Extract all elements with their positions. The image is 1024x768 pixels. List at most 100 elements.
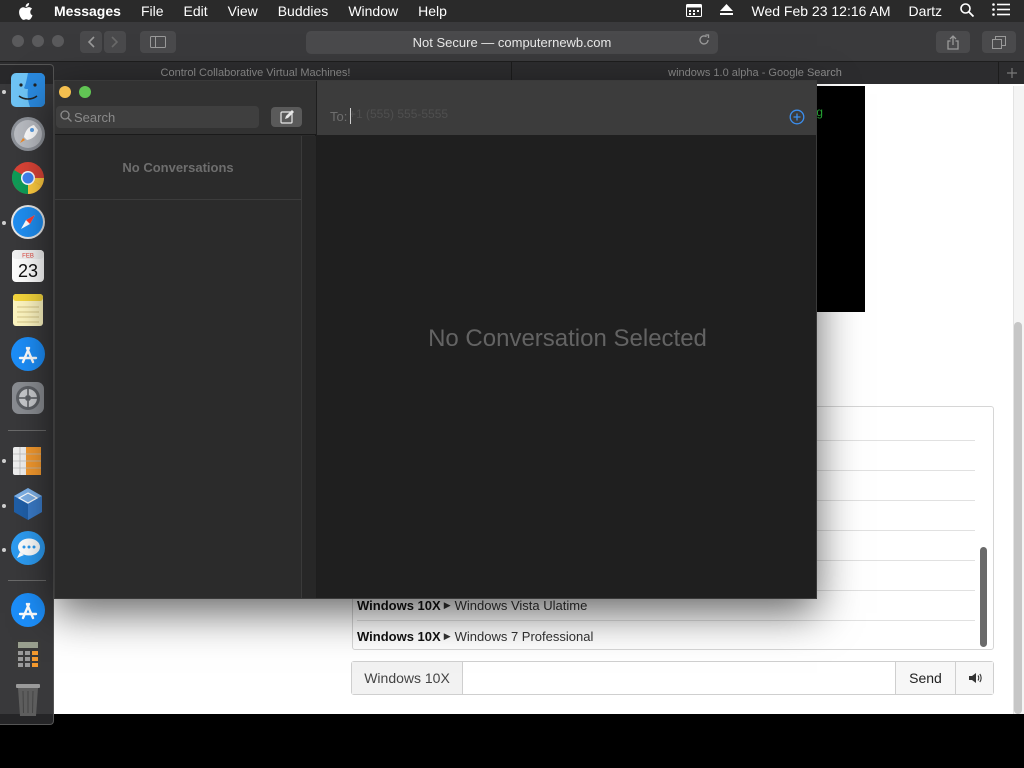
- app-menu[interactable]: Messages: [54, 3, 121, 19]
- dock-calendar[interactable]: FEB 23: [9, 247, 47, 285]
- reload-icon[interactable]: [698, 34, 710, 49]
- speaker-button[interactable]: [955, 662, 993, 694]
- minimize-button[interactable]: [59, 86, 71, 98]
- share-button[interactable]: [936, 31, 970, 53]
- option-name: Windows Vista Ulatime: [454, 598, 588, 613]
- calendar-day: 23: [18, 261, 38, 281]
- safari-zoom-button[interactable]: [52, 35, 64, 47]
- notification-center-icon[interactable]: [992, 3, 1010, 19]
- plus-icon: [1006, 68, 1017, 78]
- dock-messages[interactable]: [9, 529, 47, 567]
- apple-menu-icon[interactable]: [18, 2, 36, 20]
- eject-icon[interactable]: [720, 3, 734, 19]
- option-prefix: Windows 10X: [357, 598, 441, 613]
- messages-icon: [11, 531, 45, 565]
- options-scrollbar-thumb[interactable]: [980, 547, 987, 647]
- tab-title: Control Collaborative Virtual Machines!: [160, 67, 351, 79]
- tabs-overview-button[interactable]: [982, 31, 1016, 53]
- running-indicator: [2, 459, 6, 463]
- virtualbox-icon: [14, 488, 42, 520]
- dock-launchpad[interactable]: [9, 115, 47, 153]
- sidebar-scrollbar[interactable]: [301, 136, 316, 598]
- menu-window[interactable]: Window: [348, 3, 398, 19]
- menu-view[interactable]: View: [228, 3, 258, 19]
- tabs-icon: [992, 35, 1006, 49]
- recipient-header: To: +1 (555) 555-5555: [317, 81, 816, 135]
- clock[interactable]: Wed Feb 23 12:16 AM: [751, 3, 890, 19]
- finder-icon: [11, 73, 45, 107]
- dock-finder[interactable]: [9, 71, 47, 109]
- user-menu[interactable]: Dartz: [909, 3, 942, 19]
- conversation-sidebar: Search No Conversations: [55, 81, 316, 598]
- new-tab-button[interactable]: [999, 62, 1024, 84]
- menu-help[interactable]: Help: [418, 3, 447, 19]
- address-bar[interactable]: Not Secure — computernewb.com: [306, 31, 718, 54]
- option-prefix: Windows 10X: [357, 628, 441, 644]
- no-conversations-label: No Conversations: [55, 136, 301, 200]
- sidebar-toggle-button[interactable]: [140, 31, 176, 53]
- dock-chrome[interactable]: [9, 159, 47, 197]
- menu-bar: Messages File Edit View Buddies Window H…: [0, 0, 1024, 22]
- share-icon: [947, 34, 959, 50]
- back-button[interactable]: [80, 31, 102, 53]
- dock-safari[interactable]: [9, 203, 47, 241]
- option-name: Windows 7 Professional: [454, 628, 594, 644]
- dock-app-store-2[interactable]: [9, 591, 47, 629]
- compose-button[interactable]: [271, 107, 302, 127]
- menu-edit[interactable]: Edit: [184, 3, 208, 19]
- dock-notes[interactable]: [9, 291, 47, 329]
- running-indicator: [2, 90, 6, 94]
- url-text: Not Secure — computernewb.com: [412, 35, 612, 50]
- option-row[interactable]: Windows 10X ▶ Windows 7 Professional: [357, 621, 975, 651]
- zoom-button[interactable]: [79, 86, 91, 98]
- trash-icon: [16, 684, 40, 716]
- plus-circle-icon: [789, 109, 805, 125]
- no-conversation-selected-label: No Conversation Selected: [428, 325, 707, 352]
- spreadsheet-icon: [13, 447, 41, 475]
- app-store-icon: [11, 337, 45, 371]
- input-prefix-label: Windows 10X: [352, 662, 463, 694]
- safari-minimize-button[interactable]: [32, 35, 44, 47]
- dock-separator: [8, 580, 46, 581]
- dock-numbers[interactable]: [9, 441, 47, 479]
- tab-title: windows 1.0 alpha - Google Search: [668, 67, 842, 79]
- gear-icon: [12, 382, 44, 414]
- dock-calculator[interactable]: [9, 635, 47, 673]
- forward-button[interactable]: [104, 31, 126, 53]
- running-indicator: [2, 221, 6, 225]
- search-field[interactable]: Search: [56, 106, 259, 128]
- calendar-status-icon[interactable]: [686, 3, 703, 20]
- sidebar-header: Search: [55, 81, 316, 135]
- chrome-icon: [11, 162, 44, 194]
- app-store-icon: [11, 593, 45, 627]
- messages-window: Search No Conversations To: +1 (555) 555…: [54, 80, 817, 599]
- safari-close-button[interactable]: [12, 35, 24, 47]
- to-label: To:: [330, 109, 348, 124]
- page-scrollbar-thumb[interactable]: [1014, 322, 1022, 714]
- recipient-field[interactable]: +1 (555) 555-5555: [349, 107, 448, 121]
- text-cursor: [350, 108, 351, 124]
- send-button[interactable]: Send: [895, 662, 955, 694]
- chevron-right-icon: [111, 36, 119, 48]
- notes-icon: [13, 294, 43, 326]
- calendar-month: FEB: [22, 254, 34, 260]
- add-recipient-button[interactable]: [789, 109, 805, 125]
- vm-screen-text: g: [816, 106, 824, 120]
- menu-buddies[interactable]: Buddies: [278, 3, 329, 19]
- spotlight-icon[interactable]: [960, 2, 975, 20]
- chat-input-row: Windows 10X Send: [351, 661, 994, 695]
- dock-system-preferences[interactable]: [9, 379, 47, 417]
- caret-right-icon: ▶: [443, 630, 451, 641]
- compose-icon: [279, 110, 294, 124]
- menu-file[interactable]: File: [141, 3, 164, 19]
- safari-toolbar: Not Secure — computernewb.com: [0, 22, 1024, 62]
- chat-input[interactable]: [463, 662, 895, 694]
- dock-app-store[interactable]: [9, 335, 47, 373]
- search-placeholder: Search: [74, 109, 116, 125]
- dock: FEB 23: [0, 64, 54, 725]
- calculator-icon: [15, 639, 41, 670]
- dock-separator: [8, 430, 46, 431]
- dock-trash[interactable]: [9, 679, 47, 717]
- dock-virtualbox[interactable]: [9, 485, 47, 523]
- calendar-icon: FEB23: [12, 250, 44, 282]
